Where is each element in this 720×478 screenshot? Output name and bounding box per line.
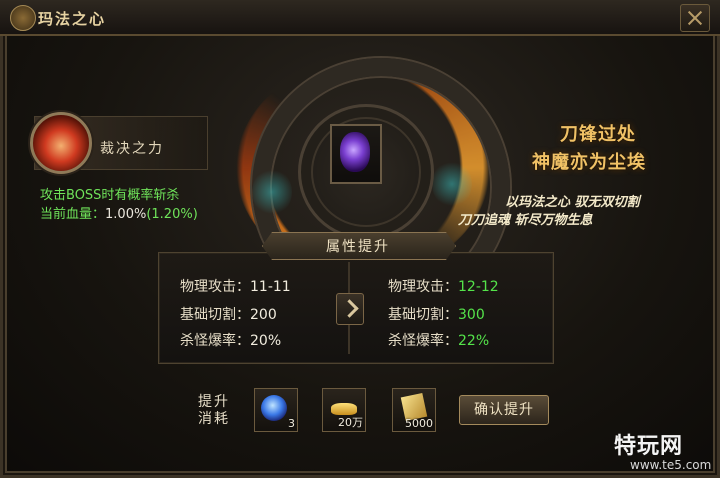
confirm-upgrade-button[interactable]: 确认提升: [459, 395, 549, 425]
watermark-url: www.te5.com: [630, 458, 712, 472]
title-ornament-icon: [10, 5, 36, 31]
next-attr-row: 物理攻击：12-12: [388, 276, 499, 296]
cost-label-line1: 提升: [198, 394, 230, 410]
cost-count: 20万: [338, 416, 363, 429]
teal-flame-right: [432, 160, 472, 208]
attr-label: 物理攻击：: [388, 279, 458, 295]
chevron-right-icon: [336, 293, 364, 325]
red-slash-skill-icon[interactable]: [30, 112, 92, 174]
attr-value: 200: [250, 307, 277, 323]
attr-value: 12-12: [458, 279, 499, 295]
verse-line1: 以玛法之心 驭无双切割: [505, 195, 640, 210]
skill-hp-next: (1.20%): [146, 207, 198, 222]
attr-value: 20%: [250, 333, 282, 349]
attr-value: 11-11: [250, 279, 291, 295]
current-attr-row: 杀怪爆率：20%: [180, 330, 281, 350]
skill-hp-label: 当前血量：: [40, 207, 106, 222]
attr-value: 300: [458, 307, 485, 323]
purple-soul-gem-icon: [340, 132, 370, 172]
next-attr-row: 杀怪爆率：22%: [388, 330, 489, 350]
watermark-logo: 特玩网: [614, 434, 684, 459]
next-attr-row: 基础切割：300: [388, 304, 485, 324]
window-title: 玛法之心: [38, 10, 107, 28]
cost-label: 提升 消耗: [194, 394, 234, 428]
skill-name: 裁决之力: [100, 141, 164, 157]
cost-label-line2: 消耗: [198, 411, 230, 427]
cost-slot[interactable]: 3: [254, 388, 298, 432]
cost-slot[interactable]: 20万: [322, 388, 366, 432]
skill-hp-current: 1.00%: [105, 207, 147, 222]
close-button[interactable]: [680, 4, 710, 32]
current-attr-row: 物理攻击：11-11: [180, 276, 291, 296]
cost-slot[interactable]: 5000: [392, 388, 436, 432]
skill-hp-line: 当前血量：1.00%(1.20%): [40, 203, 198, 222]
skill-description: 攻击BOSS时有概率斩杀: [40, 188, 180, 203]
slogan-line1: 刀锋过处: [560, 124, 636, 145]
attr-label: 杀怪爆率：: [180, 333, 250, 349]
attr-label: 杀怪爆率：: [388, 333, 458, 349]
attribute-header: 属性提升: [326, 239, 390, 255]
attr-value: 22%: [458, 333, 490, 349]
verse-line2: 刀刀追魂 斩尽万物生息: [458, 213, 593, 228]
title-bar: 玛法之心: [0, 0, 720, 36]
attr-label: 物理攻击：: [180, 279, 250, 295]
teal-flame-left: [252, 168, 292, 216]
attr-label: 基础切割：: [180, 307, 250, 323]
current-attr-row: 基础切割：200: [180, 304, 277, 324]
blue-soul-orb-icon: [261, 395, 287, 421]
cost-count: 5000: [405, 417, 433, 430]
mafa-heart-window: { "window": {"title": "玛法之心"}, "skill": …: [0, 0, 720, 478]
attr-label: 基础切割：: [388, 307, 458, 323]
slogan-line2: 神魔亦为尘埃: [532, 152, 646, 173]
cost-count: 3: [288, 417, 295, 430]
